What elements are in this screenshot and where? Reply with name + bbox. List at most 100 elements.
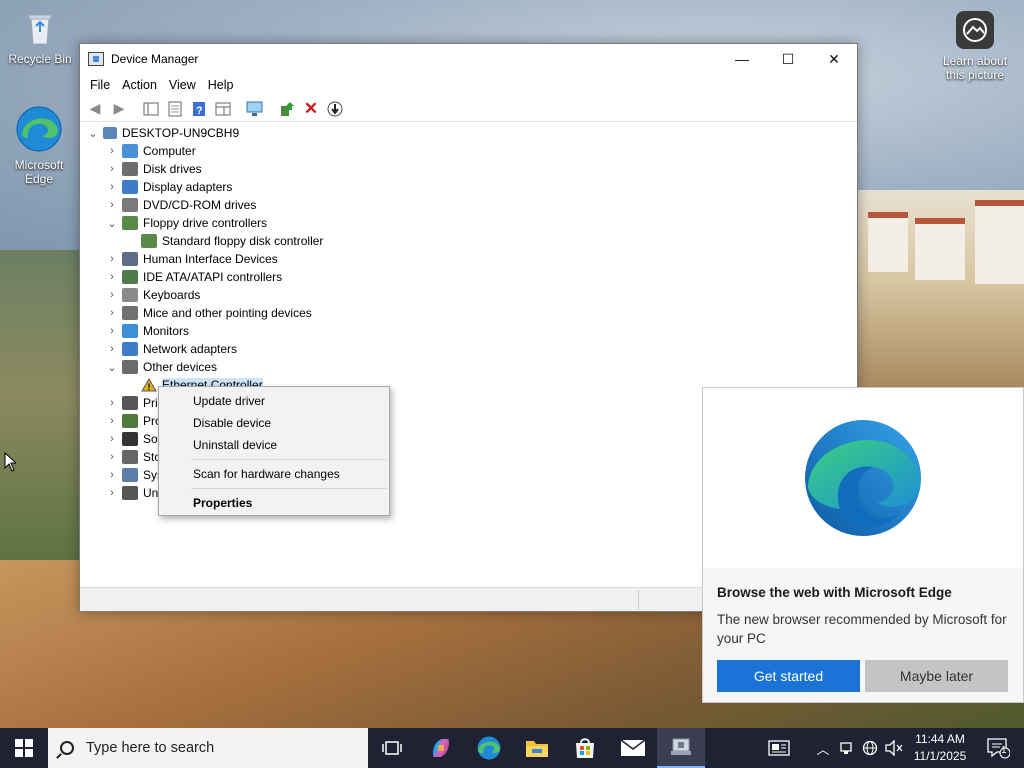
menu-view[interactable]: View <box>163 78 202 92</box>
menu-item-scan-hardware[interactable]: Scan for hardware changes <box>159 463 389 485</box>
forward-icon[interactable]: ▶ <box>108 98 130 120</box>
tree-item[interactable]: Standard floppy disk controller <box>80 232 857 250</box>
chevron-right-icon[interactable]: › <box>105 181 119 193</box>
title-bar[interactable]: Device Manager — ☐ ✕ <box>80 44 857 74</box>
tree-item[interactable]: › Display adapters <box>80 178 857 196</box>
clock[interactable]: 11:44 AM 11/1/2025 <box>908 731 972 765</box>
tree-item[interactable]: › Network adapters <box>80 340 857 358</box>
help-icon[interactable]: ? <box>188 98 210 120</box>
tree-item[interactable]: › IDE ATA/ATAPI controllers <box>80 268 857 286</box>
desktop-icon-recycle-bin[interactable]: Recycle Bin <box>3 8 77 66</box>
desktop-icon-edge[interactable]: Microsoft Edge <box>2 104 76 186</box>
minimize-button[interactable]: — <box>719 44 765 74</box>
file-explorer-button[interactable] <box>513 728 561 768</box>
tree-item-label: Display adapters <box>143 180 233 194</box>
wallpaper-house <box>915 218 965 280</box>
tree-item[interactable]: › Monitors <box>80 322 857 340</box>
action-pane-icon[interactable] <box>212 98 234 120</box>
task-view-button[interactable] <box>368 728 416 768</box>
menu-item-disable-device[interactable]: Disable device <box>159 412 389 434</box>
toolbar: ◀ ▶ ? ✕ <box>80 96 857 122</box>
store-icon <box>576 738 594 758</box>
menu-file[interactable]: File <box>84 78 116 92</box>
microsoft-store-button[interactable] <box>561 728 609 768</box>
chevron-right-icon[interactable]: › <box>105 163 119 175</box>
tree-item-label: Disk drives <box>143 162 202 176</box>
mail-button[interactable] <box>609 728 657 768</box>
chevron-right-icon[interactable]: › <box>105 397 119 409</box>
tree-item-label: Human Interface Devices <box>143 252 278 266</box>
chevron-down-icon[interactable]: ⌄ <box>105 361 119 374</box>
maybe-later-button[interactable]: Maybe later <box>865 660 1008 692</box>
chevron-right-icon[interactable]: › <box>105 325 119 337</box>
tree-item[interactable]: ⌄ Other devices <box>80 358 857 376</box>
chevron-right-icon[interactable]: › <box>105 145 119 157</box>
chevron-right-icon[interactable]: › <box>105 433 119 445</box>
get-started-button[interactable]: Get started <box>717 660 860 692</box>
tree-item-label: Keyboards <box>143 288 201 302</box>
chevron-right-icon[interactable]: › <box>105 469 119 481</box>
menu-item-properties[interactable]: Properties <box>159 492 389 514</box>
desktop-icon-label: Recycle Bin <box>8 52 72 66</box>
edge-taskbar-button[interactable] <box>465 728 513 768</box>
close-button[interactable]: ✕ <box>811 44 857 74</box>
context-menu: Update driver Disable device Uninstall d… <box>158 386 390 516</box>
desktop-icon-learn-picture[interactable]: Learn about this picture <box>937 10 1013 82</box>
device-category-icon <box>122 450 138 464</box>
volume-muted-icon <box>885 740 903 756</box>
device-manager-taskbar-button[interactable] <box>657 728 705 768</box>
uninstall-device-icon[interactable]: ✕ <box>300 98 322 120</box>
device-category-icon <box>141 234 157 248</box>
tree-item[interactable]: ⌄ Floppy drive controllers <box>80 214 857 232</box>
chevron-right-icon[interactable]: › <box>105 343 119 355</box>
device-tray-button[interactable] <box>836 728 856 768</box>
maximize-button[interactable]: ☐ <box>765 44 811 74</box>
menu-item-update-driver[interactable]: Update driver <box>159 390 389 412</box>
volume-tray-button[interactable] <box>884 728 904 768</box>
menu-item-uninstall-device[interactable]: Uninstall device <box>159 434 389 456</box>
tree-item[interactable]: › Disk drives <box>80 160 857 178</box>
chevron-down-icon[interactable]: ⌄ <box>86 127 100 140</box>
taskbar-search-box[interactable]: Type here to search <box>48 728 368 768</box>
update-driver-icon[interactable] <box>276 98 298 120</box>
toolbar-separator <box>268 98 274 120</box>
flyout-title: Browse the web with Microsoft Edge <box>717 585 952 600</box>
menu-help[interactable]: Help <box>202 78 240 92</box>
news-icon <box>768 740 790 756</box>
device-category-icon <box>122 162 138 176</box>
chevron-right-icon[interactable]: › <box>105 289 119 301</box>
properties-icon[interactable] <box>164 98 186 120</box>
tree-item[interactable]: › Computer <box>80 142 857 160</box>
tree-item-label: Network adapters <box>143 342 238 356</box>
copilot-button[interactable] <box>417 728 465 768</box>
show-hide-console-tree-icon[interactable] <box>140 98 162 120</box>
chevron-right-icon[interactable]: › <box>105 199 119 211</box>
chevron-right-icon[interactable]: › <box>105 271 119 283</box>
chevron-up-icon: ︿ <box>816 741 830 757</box>
device-category-icon <box>122 270 138 284</box>
back-icon[interactable]: ◀ <box>84 98 106 120</box>
start-button[interactable] <box>0 728 48 768</box>
desktop-icon-label: Learn about this picture <box>942 54 1008 82</box>
disable-device-icon[interactable] <box>324 98 346 120</box>
show-hidden-icons-button[interactable]: ︿ <box>814 728 832 768</box>
notifications-button[interactable]: 1 <box>978 728 1018 768</box>
menu-action[interactable]: Action <box>116 78 163 92</box>
scan-hardware-icon[interactable] <box>244 98 266 120</box>
chevron-down-icon[interactable]: ⌄ <box>105 217 119 230</box>
tree-root[interactable]: ⌄ DESKTOP-UN9CBH9 <box>80 124 857 142</box>
tree-item[interactable]: › Human Interface Devices <box>80 250 857 268</box>
tree-item[interactable]: › Mice and other pointing devices <box>80 304 857 322</box>
chevron-right-icon[interactable]: › <box>105 253 119 265</box>
chevron-right-icon[interactable]: › <box>105 307 119 319</box>
computer-icon <box>103 127 117 139</box>
toolbar-separator <box>132 98 138 120</box>
chevron-right-icon[interactable]: › <box>105 415 119 427</box>
status-divider <box>638 590 639 610</box>
network-tray-button[interactable] <box>860 728 880 768</box>
chevron-right-icon[interactable]: › <box>105 487 119 499</box>
chevron-right-icon[interactable]: › <box>105 451 119 463</box>
news-widget-button[interactable] <box>762 728 796 768</box>
tree-item[interactable]: › Keyboards <box>80 286 857 304</box>
tree-item[interactable]: › DVD/CD-ROM drives <box>80 196 857 214</box>
